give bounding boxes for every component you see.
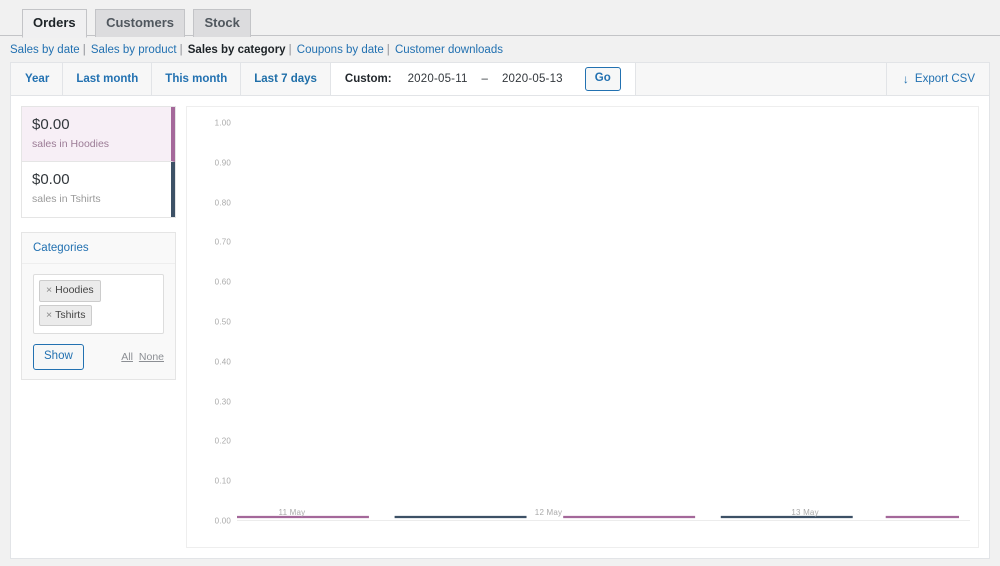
subnav-item-sales-by-product: Sales by product |: [91, 44, 185, 56]
custom-range-label: Custom:: [344, 73, 392, 85]
category-chip-label: Tshirts: [55, 308, 86, 321]
y-axis-tick-1-00: 1.00: [214, 118, 231, 128]
subnav-separator: |: [386, 44, 390, 56]
category-chip-hoodies[interactable]: × Hoodies: [39, 279, 101, 302]
x-axis-tick-12-may: 12 May: [534, 508, 563, 517]
category-chip-tshirts[interactable]: × Tshirts: [39, 304, 93, 327]
tab-customers[interactable]: Customers: [95, 9, 186, 37]
period-last-month[interactable]: Last month: [63, 63, 153, 95]
subnav-item-customer-downloads: Customer downloads: [395, 44, 503, 56]
categories-widget-title: Categories: [22, 232, 175, 264]
select-none-link[interactable]: None: [139, 351, 164, 363]
date-from-input[interactable]: 2020-05-11: [408, 73, 468, 85]
export-csv-label: Export CSV: [914, 73, 975, 85]
chart-plot: 1.00 0.90 0.80 0.70 0.60 0.50 0.40 0.30 0.20 0.10…: [193, 113, 974, 543]
remove-chip-icon[interactable]: ×: [46, 284, 52, 296]
show-button[interactable]: Show: [33, 344, 84, 370]
y-axis-tick-0-40: 0.40: [214, 357, 231, 367]
categories-widget-body: × Hoodies × Tshirts Show All None: [22, 264, 175, 379]
category-chip-label: Hoodies: [55, 283, 94, 296]
chart-legend: $0.00 sales in Hoodies $0.00 sales in Ts…: [21, 106, 176, 218]
remove-chip-icon[interactable]: ×: [46, 309, 52, 321]
legend-item-hoodies[interactable]: $0.00 sales in Hoodies: [22, 107, 175, 163]
export-csv-button[interactable]: ↓ Export CSV: [903, 73, 975, 85]
category-select-field[interactable]: × Hoodies × Tshirts: [33, 273, 164, 335]
report-subnav: Sales by date | Sales by product | Sales b…: [0, 36, 1000, 62]
subnav-link-sales-by-product[interactable]: Sales by product: [91, 44, 177, 56]
legend-amount-hoodies: $0.00: [32, 116, 70, 133]
export-csv-cell: ↓ Export CSV: [885, 63, 989, 95]
chart-plot-area: 11 May 12 May 13 May: [237, 113, 970, 521]
download-arrow-icon: ↓: [902, 72, 909, 86]
report-body: $0.00 sales in Hoodies $0.00 sales in Ts…: [11, 96, 989, 558]
legend-label-hoodies: sales in Hoodies: [32, 137, 110, 150]
y-axis-tick-0-10: 0.10: [214, 476, 231, 486]
subnav-link-sales-by-category[interactable]: Sales by category: [188, 44, 286, 56]
legend-label-tshirts: sales in Tshirts: [32, 193, 101, 206]
x-axis-tick-11-may: 11 May: [278, 508, 306, 517]
chart-panel[interactable]: 1.00 0.90 0.80 0.70 0.60 0.50 0.40 0.30 0.20 0.10…: [186, 106, 979, 548]
categories-widget: Categories × Hoodies × Tshirts Show All No…: [21, 231, 176, 380]
chart-sidebar: $0.00 sales in Hoodies $0.00 sales in Ts…: [21, 106, 176, 380]
report-card: Year Last month This month Last 7 days C…: [10, 62, 990, 559]
select-all-none: All None: [118, 351, 164, 363]
tab-stock[interactable]: Stock: [193, 9, 251, 37]
y-axis-tick-0-50: 0.50: [214, 317, 231, 327]
subnav-separator: |: [288, 44, 292, 56]
period-filters: Year Last month This month Last 7 days: [11, 63, 331, 95]
custom-range-form: Custom: 2020-05-11 – 2020-05-13 Go: [330, 63, 636, 95]
subnav-item-sales-by-date: Sales by date |: [10, 44, 88, 56]
subnav-item-coupons-by-date: Coupons by date |: [297, 44, 392, 56]
date-range-dash: –: [481, 73, 488, 85]
subnav-separator: |: [82, 44, 86, 56]
subnav-separator: |: [179, 44, 183, 56]
chart-series-lines: [237, 513, 970, 521]
subnav-link-customer-downloads[interactable]: Customer downloads: [395, 44, 503, 56]
y-axis-tick-0-00: 0.00: [214, 516, 231, 526]
y-axis-tick-0-70: 0.70: [214, 237, 231, 247]
period-last-7-days[interactable]: Last 7 days: [241, 63, 331, 95]
date-to-input[interactable]: 2020-05-13: [502, 73, 563, 85]
legend-item-tshirts[interactable]: $0.00 sales in Tshirts: [22, 162, 175, 217]
y-axis-tick-0-20: 0.20: [214, 436, 231, 446]
subnav-item-sales-by-category: Sales by category |: [188, 44, 294, 56]
period-year[interactable]: Year: [11, 63, 64, 95]
x-axis-tick-13-may: 13 May: [791, 508, 819, 517]
subnav-link-sales-by-date[interactable]: Sales by date: [10, 44, 80, 56]
period-this-month[interactable]: This month: [152, 63, 242, 95]
y-axis-tick-0-90: 0.90: [214, 158, 231, 168]
tab-orders[interactable]: Orders: [22, 9, 87, 38]
toolbar-spacer: [635, 63, 886, 95]
select-all-link[interactable]: All: [121, 351, 133, 363]
go-button[interactable]: Go: [584, 66, 621, 92]
y-axis-tick-0-80: 0.80: [214, 198, 231, 208]
range-toolbar: Year Last month This month Last 7 days C…: [11, 63, 989, 96]
categories-widget-actions: Show All None: [33, 344, 164, 370]
y-axis-tick-0-30: 0.30: [214, 397, 231, 407]
legend-amount-tshirts: $0.00: [32, 171, 70, 189]
report-tab-bar: Orders Customers Stock: [0, 0, 1000, 38]
subnav-link-coupons-by-date[interactable]: Coupons by date: [297, 44, 384, 56]
y-axis-tick-0-60: 0.60: [214, 277, 231, 287]
